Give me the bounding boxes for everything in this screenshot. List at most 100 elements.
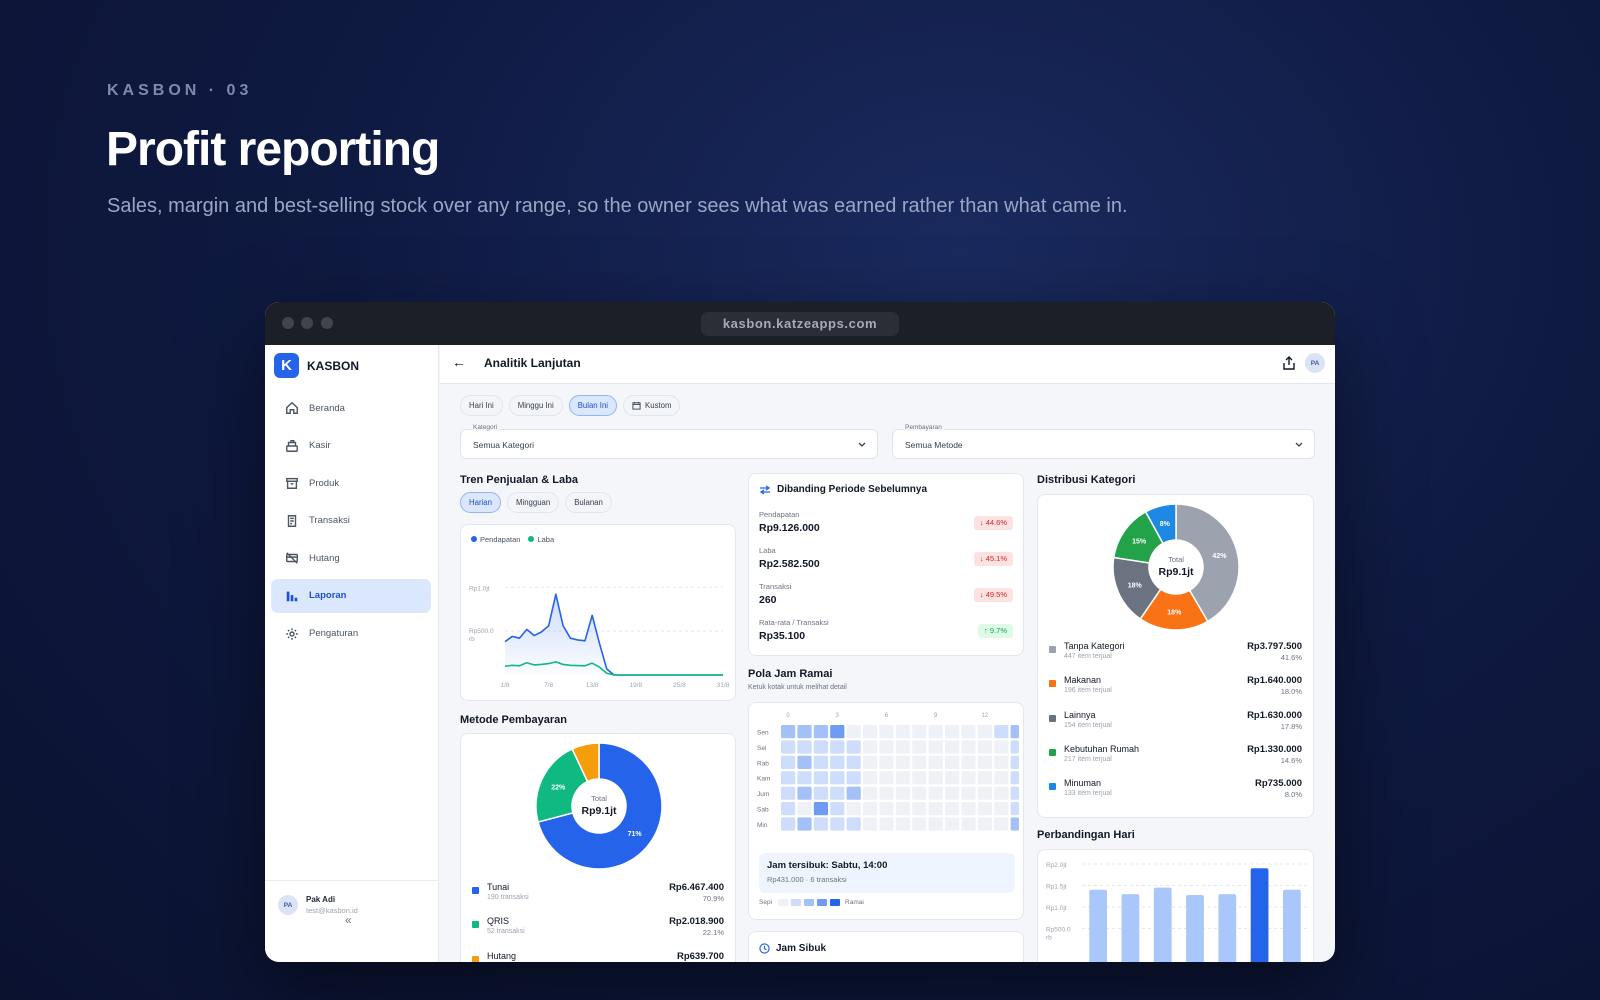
heatmap-cell: [928, 740, 943, 754]
donut-total-value: Rp9.1jt: [581, 805, 617, 817]
hero-subtitle: Sales, margin and best-selling stock ove…: [107, 195, 1128, 217]
heatmap-cell: [912, 817, 927, 831]
heatmap-cell: [994, 771, 1009, 785]
trend-tab-bulanan[interactable]: Bulanan: [565, 492, 612, 513]
sidebar-item-produk[interactable]: Produk: [271, 466, 431, 500]
x-tick-label: 25/8: [673, 682, 686, 689]
change-badge: ↓ 49.5%: [973, 588, 1013, 602]
avatar[interactable]: PA: [1305, 353, 1325, 373]
sidebar-item-pengaturan[interactable]: Pengaturan: [271, 617, 431, 651]
sidebar-item-label: Beranda: [309, 402, 345, 414]
change-badge: ↑ 9.7%: [978, 624, 1013, 638]
address-bar[interactable]: kasbon.katzeapps.com: [701, 312, 899, 336]
bar: [1186, 894, 1204, 962]
legend-sub: 196 item terjual: [1064, 687, 1112, 695]
heatmap-cell: [781, 740, 796, 754]
payment-pie-chart[interactable]: 71% 22% Total Rp9.1jt: [461, 734, 737, 879]
heatmap-cell: [895, 725, 910, 739]
heatmap-cell: [994, 740, 1009, 754]
share-icon[interactable]: [1281, 355, 1297, 371]
legend-row[interactable]: Minuman 133 item terjual Rp735.000 8.0%: [1049, 778, 1302, 812]
kategori-select[interactable]: Kategori Semua Kategori: [460, 424, 878, 459]
heatmap-cell: [879, 802, 894, 816]
x-tick-label: 7/8: [544, 682, 553, 689]
chevron-down-icon: [858, 442, 866, 447]
hour-label: 0: [786, 713, 790, 719]
trend-tab-mingguan[interactable]: Mingguan: [506, 492, 560, 513]
avatar: PA: [278, 895, 298, 915]
brand[interactable]: K KASBON: [274, 353, 359, 378]
sidebar-item-transaksi[interactable]: Transaksi: [271, 504, 431, 538]
heatmap-cell: [928, 817, 943, 831]
heatmap-cell: [797, 755, 812, 769]
period-chip-custom[interactable]: Kustom: [623, 395, 681, 416]
heatmap-grid[interactable]: 0 3 6 9 12 Sen Sel Rab Kam Jum Sab Min: [749, 703, 1025, 848]
bar-chart-icon: [286, 591, 298, 602]
peak-hour-title: Jam tersibuk: Sabtu, 14:00: [767, 860, 888, 871]
slice-label: 42%: [1212, 553, 1227, 560]
sidebar-item-kasir[interactable]: Kasir: [271, 429, 431, 463]
peak-hour-subtitle: Rp431.000 · 6 transaksi: [767, 875, 847, 884]
period-chip-today[interactable]: Hari Ini: [460, 395, 503, 416]
period-chip-week[interactable]: Minggu Ini: [508, 395, 563, 416]
legend-row[interactable]: Tunai 190 transaksi Rp6.467.400 70.9%: [472, 882, 724, 916]
day-compare-chart[interactable]: Rp2.0jt Rp1.5jt Rp1.0jt Rp500.0rb: [1038, 850, 1315, 962]
sidebar-item-beranda[interactable]: Beranda: [271, 391, 431, 425]
sidebar-item-hutang[interactable]: Hutang: [271, 541, 431, 575]
heatmap-cell: [781, 771, 796, 785]
chip-label: Kustom: [645, 401, 672, 410]
period-chip-month[interactable]: Bulan Ini: [568, 395, 618, 416]
y-tick-label: Rp1.0jt: [469, 585, 490, 592]
heatmap-cell: [912, 740, 927, 754]
legend-amount: Rp3.797.500: [1247, 641, 1302, 652]
legend-row[interactable]: Makanan 196 item terjual Rp1.640.000 18.0%: [1049, 675, 1302, 709]
heatmap-cell: [977, 740, 992, 754]
back-arrow-icon[interactable]: ←: [452, 354, 466, 370]
legend-row[interactable]: QRIS 52 transaksi Rp2.018.900 22.1%: [472, 916, 724, 950]
heatmap-cell: [928, 771, 943, 785]
heatmap-cell: [1010, 771, 1019, 785]
trend-chart[interactable]: Rp1.0jt Rp500.0rb 1/8 7/8 13/8 19/8 25/8 31/8: [461, 525, 737, 702]
y-tick-label: Rp2.0jt: [1046, 862, 1067, 869]
minimize-dot[interactable]: [301, 317, 313, 329]
busy-hours-card[interactable]: Jam Sibuk: [748, 931, 1024, 962]
legend-name: Lainnya: [1064, 709, 1096, 720]
pembayaran-select[interactable]: Pembayaran Semua Metode: [892, 424, 1315, 459]
close-dot[interactable]: [282, 317, 294, 329]
heatmap-cell: [781, 817, 796, 831]
peak-hour-box: Jam tersibuk: Sabtu, 14:00 Rp431.000 · 6…: [759, 853, 1015, 893]
trend-tab-harian[interactable]: Harian: [460, 492, 501, 513]
heatmap-cell: [813, 740, 828, 754]
maximize-dot[interactable]: [321, 317, 333, 329]
sidebar-item-laporan[interactable]: Laporan: [271, 578, 431, 613]
heatmap-cell: [961, 817, 976, 831]
heatmap-cell: [846, 771, 861, 785]
heatmap-cell: [928, 786, 943, 800]
heatmap-cell: [961, 802, 976, 816]
legend-row[interactable]: Lainnya 154 item terjual Rp1.630.000 17.8%: [1049, 710, 1302, 744]
heatmap-cell: [945, 740, 960, 754]
heatmap-cell: [797, 786, 812, 800]
legend-percent: 41.6%: [1280, 653, 1302, 662]
period-filter: Hari Ini Minggu Ini Bulan Ini Kustom: [460, 395, 681, 416]
comparison-row: Rata-rata / Transaksi Rp35.100 ↑ 9.7%: [759, 618, 1013, 650]
topbar: ← Analitik Lanjutan PA: [440, 345, 1335, 384]
sidebar-item-label: Pengaturan: [309, 628, 359, 640]
legend-name: Tanpa Kategori: [1064, 641, 1125, 651]
hour-label: 3: [836, 713, 840, 719]
heatmap-cell: [830, 771, 845, 785]
y-tick-label: rb: [469, 636, 475, 643]
legend-row[interactable]: HutangRp639.7007.0%: [472, 951, 724, 962]
slice-label: 15%: [1132, 539, 1147, 546]
heatmap-cell: [830, 802, 845, 816]
day-label: Min: [757, 822, 768, 829]
category-pie-chart[interactable]: 42% 18% 18% 15% 8% Total Rp9.1jt: [1038, 495, 1315, 640]
heatmap-cell: [879, 755, 894, 769]
legend-sub: 217 item terjual: [1064, 755, 1112, 763]
card-off-icon: [286, 552, 298, 565]
legend-row[interactable]: Tanpa Kategori 447 item terjual Rp3.797.50…: [1049, 641, 1302, 675]
legend-row[interactable]: Kebutuhan Rumah 217 item terjual Rp1.330.0…: [1049, 744, 1302, 778]
collapse-sidebar-button[interactable]: «: [345, 913, 352, 927]
heatmap-cell: [797, 725, 812, 739]
legend-name: Minuman: [1064, 778, 1102, 789]
